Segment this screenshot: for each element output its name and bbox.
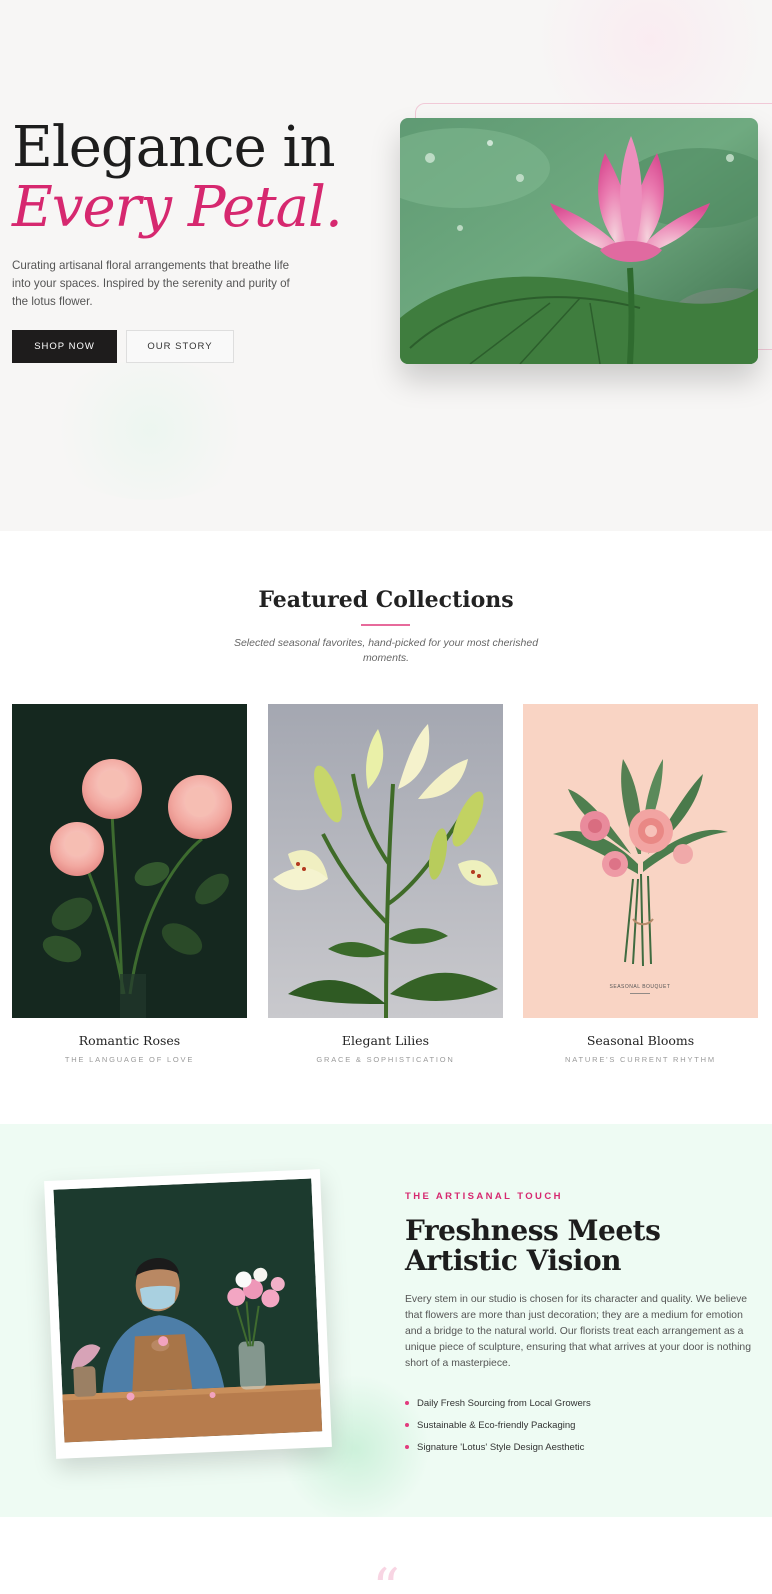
lilies-card-tagline: GRACE & SOPHISTICATION: [316, 1055, 455, 1064]
testimonial-quote-icon: “: [372, 1557, 400, 1594]
roses-card-tagline: THE LANGUAGE OF LOVE: [64, 1055, 195, 1064]
roses-card-title[interactable]: Romantic Roses: [12, 1033, 247, 1048]
artisan-title-line2: Artistic Vision: [405, 1244, 621, 1277]
lilies-card-image[interactable]: [268, 704, 503, 1018]
hero-description: Curating artisanal floral arrangements t…: [12, 259, 290, 308]
list-item: Daily Fresh Sourcing from Local Growers: [405, 1392, 591, 1414]
florist-photo-frame: [44, 1169, 332, 1459]
bullet-text: Signature 'Lotus' Style Design Aesthetic: [417, 1441, 585, 1453]
featured-title-underline: [361, 624, 410, 626]
bullet-text: Sustainable & Eco-friendly Packaging: [417, 1419, 576, 1431]
bullet-dot-icon: [405, 1445, 409, 1449]
seasonal-card-image[interactable]: SEASONAL BOUQUET: [523, 704, 758, 1018]
florist-photo: [53, 1178, 323, 1443]
bullet-text: Daily Fresh Sourcing from Local Growers: [417, 1397, 591, 1409]
seasonal-card-title[interactable]: Seasonal Blooms: [523, 1033, 758, 1048]
roses-card-image[interactable]: [12, 704, 247, 1018]
seasonal-card-tagline: NATURE'S CURRENT RHYTHM: [565, 1055, 716, 1064]
artisan-body: Every stem in our studio is chosen for i…: [405, 1294, 751, 1369]
our-story-button[interactable]: OUR STORY: [126, 330, 234, 363]
list-item: Sustainable & Eco-friendly Packaging: [405, 1414, 591, 1436]
hero-title-accent: Every Petal.: [12, 175, 343, 240]
artisanal-section: THE ARTISANAL TOUCH Freshness Meets Arti…: [0, 1124, 772, 1517]
lilies-card-title[interactable]: Elegant Lilies: [268, 1033, 503, 1048]
bullet-dot-icon: [405, 1423, 409, 1427]
shop-now-button[interactable]: SHOP NOW: [12, 330, 117, 363]
hero-title-line1: Elegance in: [12, 115, 336, 180]
artisan-bullet-list: Daily Fresh Sourcing from Local Growers …: [405, 1392, 591, 1458]
bullet-dot-icon: [405, 1401, 409, 1405]
hero-glow-green: [40, 360, 260, 500]
seasonal-print-label: SEASONAL BOUQUET: [610, 984, 671, 990]
artisan-title-line1: Freshness Meets: [405, 1214, 661, 1247]
artisan-eyebrow: THE ARTISANAL TOUCH: [405, 1191, 563, 1202]
artisan-title: Freshness Meets Artistic Vision: [405, 1214, 661, 1277]
featured-collections-subtitle: Selected seasonal favorites, hand-picked…: [233, 637, 539, 664]
hero-title: Elegance in Every Petal.: [12, 115, 343, 240]
hero-section: Elegance in Every Petal. Curating artisa…: [0, 0, 772, 531]
featured-collections-title: Featured Collections: [258, 587, 514, 613]
list-item: Signature 'Lotus' Style Design Aesthetic: [405, 1436, 591, 1458]
hero-lotus-image: [400, 118, 758, 364]
